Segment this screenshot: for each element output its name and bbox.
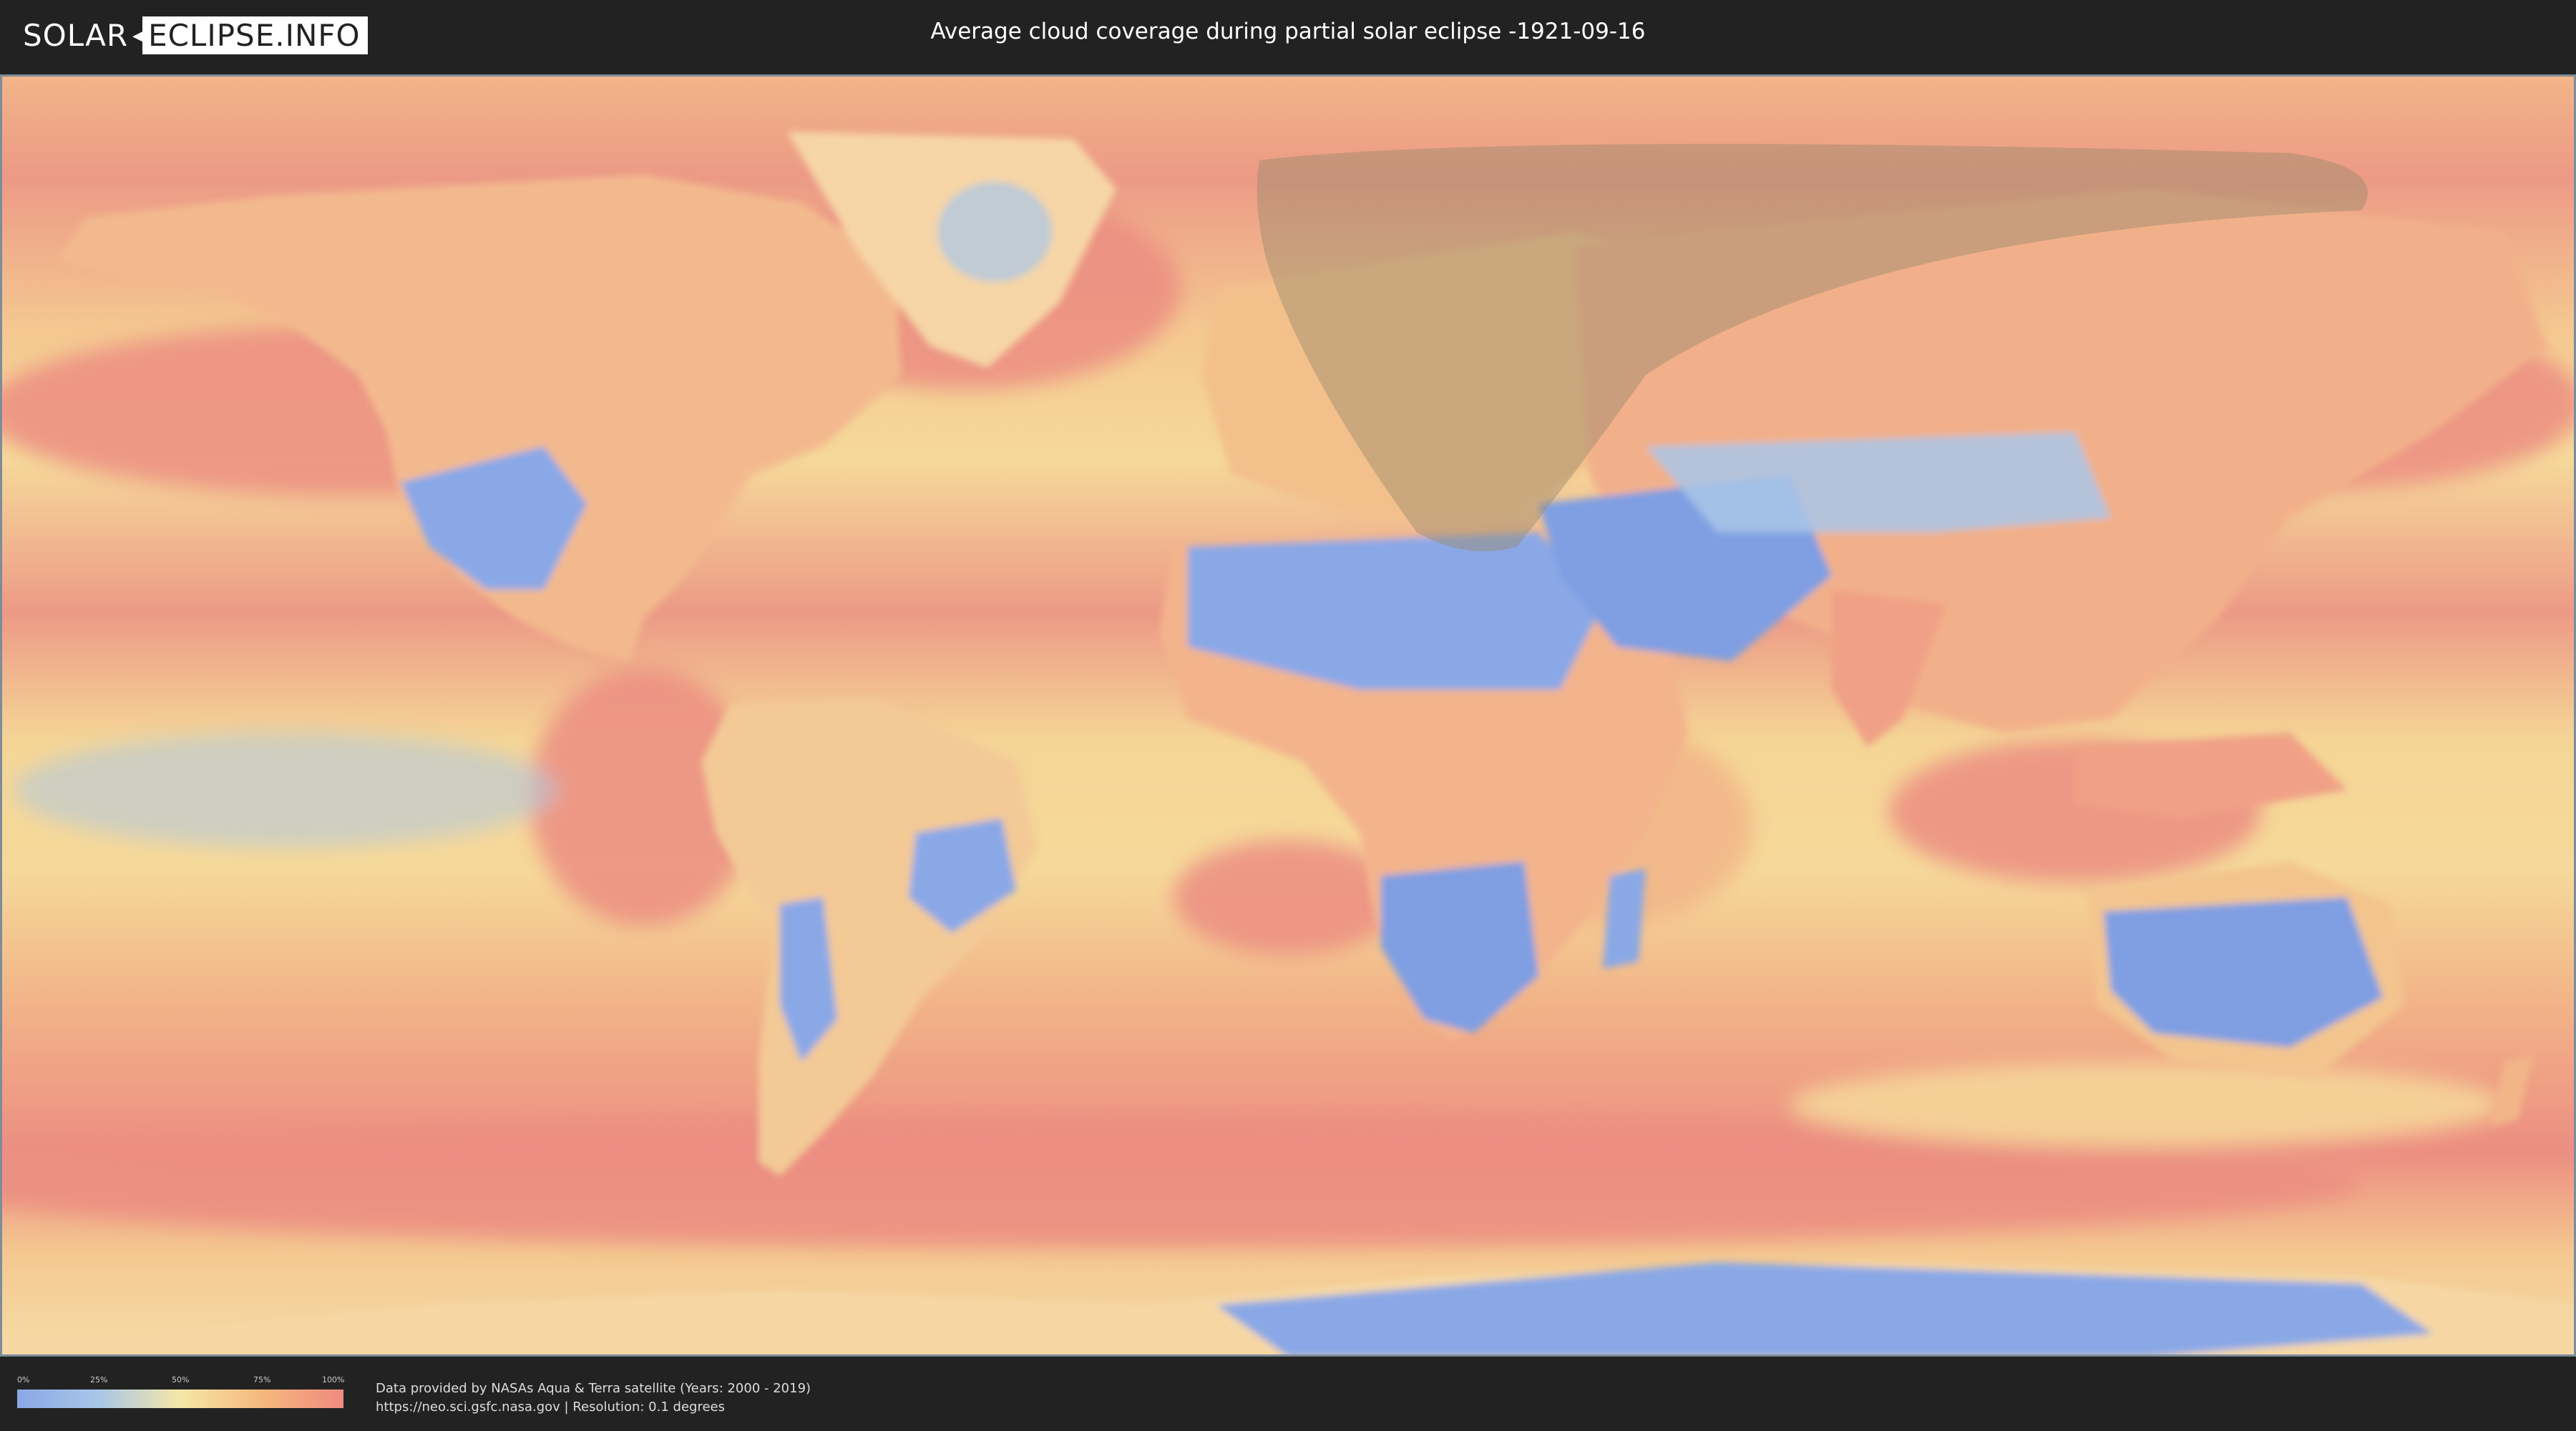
app-root: SOLAR ◂ ECLIPSE.INFO Average cloud cover… [0, 0, 2576, 1431]
header: SOLAR ◂ ECLIPSE.INFO Average cloud cover… [0, 0, 2576, 72]
cloud-coverage-map[interactable] [0, 74, 2576, 1357]
central-asia-clear [1646, 432, 2111, 532]
legend-color-bar [17, 1390, 343, 1408]
credit-line-source: Data provided by NASAs Aqua & Terra sate… [376, 1381, 811, 1396]
legend-tick-100: 100% [322, 1375, 345, 1384]
footer: 0% 25% 50% 75% 100% Data provided by NAS… [0, 1359, 2576, 1431]
credit-line-url: https://neo.sci.gsfc.nasa.gov | Resoluti… [376, 1400, 725, 1415]
map-canvas [0, 74, 2576, 1357]
legend-tick-25: 25% [90, 1375, 108, 1384]
data-credits: Data provided by NASAs Aqua & Terra sate… [376, 1379, 811, 1417]
legend-tick-50: 50% [172, 1375, 190, 1384]
legend-tick-0: 0% [17, 1375, 30, 1384]
page-title: Average cloud coverage during partial so… [930, 19, 1646, 44]
legend-tick-75: 75% [253, 1375, 271, 1384]
